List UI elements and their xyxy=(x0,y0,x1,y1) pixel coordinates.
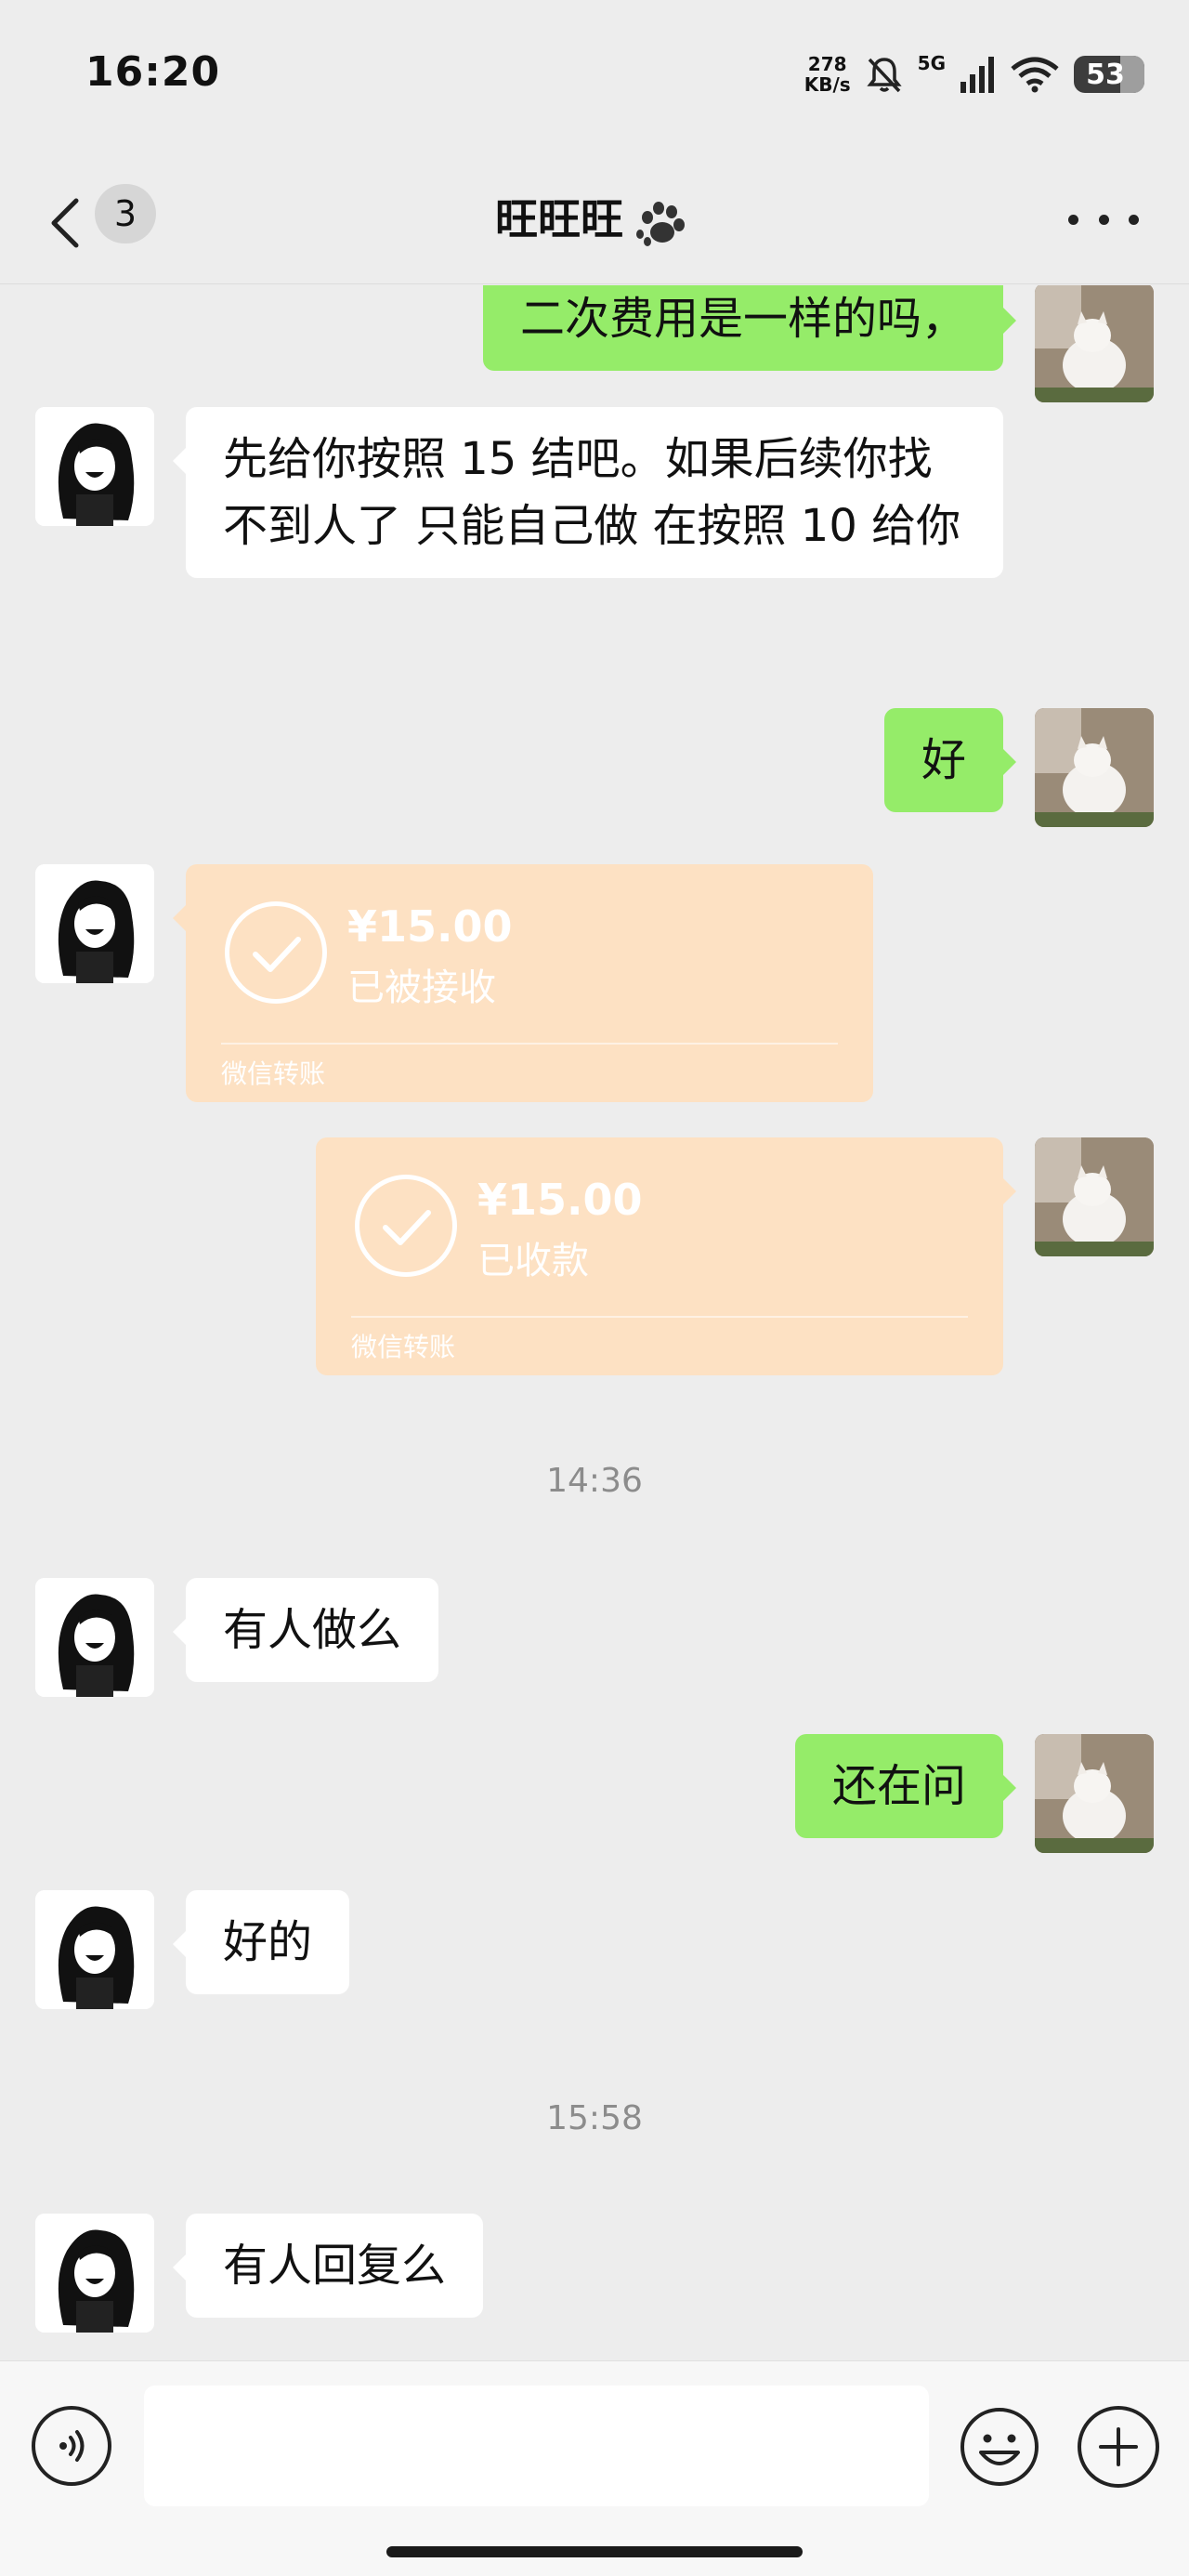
transfer-card-received[interactable]: ¥15.00 已被接收 微信转账 xyxy=(173,864,873,1102)
transfer-card-sent[interactable]: ¥15.00 已收款 微信转账 xyxy=(316,1137,1016,1375)
more-dot-icon xyxy=(1098,214,1109,225)
home-indicator[interactable] xyxy=(386,2546,803,2557)
contact-avatar[interactable] xyxy=(35,2214,154,2333)
message-bubble-sent[interactable]: 好 xyxy=(883,708,1017,812)
status-icons: 278 KB/s 5G 53 xyxy=(804,46,1144,102)
more-dot-icon xyxy=(1129,214,1139,225)
status-time: 16:20 xyxy=(85,48,221,96)
plus-icon xyxy=(1099,2427,1138,2466)
cat-avatar-image xyxy=(1035,708,1154,827)
more-options-button[interactable] xyxy=(1068,199,1139,240)
more-dot-icon xyxy=(1068,214,1078,225)
wifi-icon xyxy=(1011,57,1059,93)
girl-avatar-image xyxy=(35,2214,154,2333)
transfer-status: 已收款 xyxy=(477,1240,589,1282)
battery-level: 53 xyxy=(1086,58,1125,91)
chat-title: 旺旺旺 xyxy=(0,186,1189,253)
transfer-footer: 微信转账 xyxy=(351,1332,456,1362)
voice-icon xyxy=(59,2430,85,2462)
check-circle-icon xyxy=(355,1175,457,1277)
girl-avatar-image xyxy=(35,407,154,526)
transfer-status: 已被接收 xyxy=(347,966,496,1009)
girl-avatar-image xyxy=(35,864,154,983)
contact-avatar[interactable] xyxy=(35,1890,154,2009)
check-circle-icon xyxy=(225,901,327,1004)
message-bubble-received[interactable]: 有人回复么 xyxy=(172,2214,484,2318)
message-timestamp: 14:36 xyxy=(546,1462,643,1500)
emoji-button[interactable] xyxy=(959,2406,1040,2488)
transfer-footer: 微信转账 xyxy=(221,1058,326,1089)
transfer-amount: ¥15.00 xyxy=(477,1175,643,1225)
contact-avatar[interactable] xyxy=(35,864,154,983)
status-bar: 16:20 278 KB/s 5G 53 xyxy=(0,0,1189,149)
network-speed-unit: KB/s xyxy=(804,73,851,96)
transfer-divider xyxy=(351,1316,968,1318)
network-speed-value: 278 xyxy=(807,53,847,75)
girl-avatar-image xyxy=(35,1578,154,1697)
my-avatar[interactable] xyxy=(1035,1137,1154,1256)
message-bubble-sent[interactable]: 二次费用是一样的吗， xyxy=(482,285,1017,371)
chat-header: 3 旺旺旺 xyxy=(0,158,1189,284)
cat-avatar-image xyxy=(1035,285,1154,402)
message-bubble-received[interactable]: 有人做么 xyxy=(172,1578,439,1682)
my-avatar[interactable] xyxy=(1035,285,1154,402)
my-avatar[interactable] xyxy=(1035,708,1154,827)
cat-avatar-image xyxy=(1035,1137,1154,1256)
transfer-divider xyxy=(221,1043,838,1045)
contact-avatar[interactable] xyxy=(35,407,154,526)
signal-icon xyxy=(960,57,994,93)
voice-input-button[interactable] xyxy=(32,2406,111,2486)
contact-avatar[interactable] xyxy=(35,1578,154,1697)
transfer-amount: ¥15.00 xyxy=(347,901,513,952)
message-bubble-received[interactable]: 好的 xyxy=(172,1890,350,1994)
message-bubble-sent[interactable]: 还在问 xyxy=(794,1734,1017,1838)
paw-emoji-icon xyxy=(636,201,685,246)
battery-icon: 53 xyxy=(1074,56,1144,93)
my-avatar[interactable] xyxy=(1035,1734,1154,1853)
message-list[interactable]: 二次费用是一样的吗， 先给你按照 15 结吧。如果后续你找不到人了 只能自己做 … xyxy=(0,285,1189,2360)
bell-muted-icon xyxy=(867,58,902,93)
smiley-icon xyxy=(960,2408,1039,2486)
cat-avatar-image xyxy=(1035,1734,1154,1853)
girl-avatar-image xyxy=(35,1890,154,2009)
more-actions-button[interactable] xyxy=(1078,2406,1159,2488)
message-bubble-received[interactable]: 先给你按照 15 结吧。如果后续你找不到人了 只能自己做 在按照 10 给你 xyxy=(173,407,1003,578)
message-timestamp: 15:58 xyxy=(546,2099,643,2137)
input-bar xyxy=(0,2360,1189,2576)
network-type: 5G xyxy=(917,52,946,74)
chat-title-text: 旺旺旺 xyxy=(495,194,623,244)
network-speed: 278 KB/s xyxy=(804,54,851,95)
message-input[interactable] xyxy=(144,2385,929,2506)
